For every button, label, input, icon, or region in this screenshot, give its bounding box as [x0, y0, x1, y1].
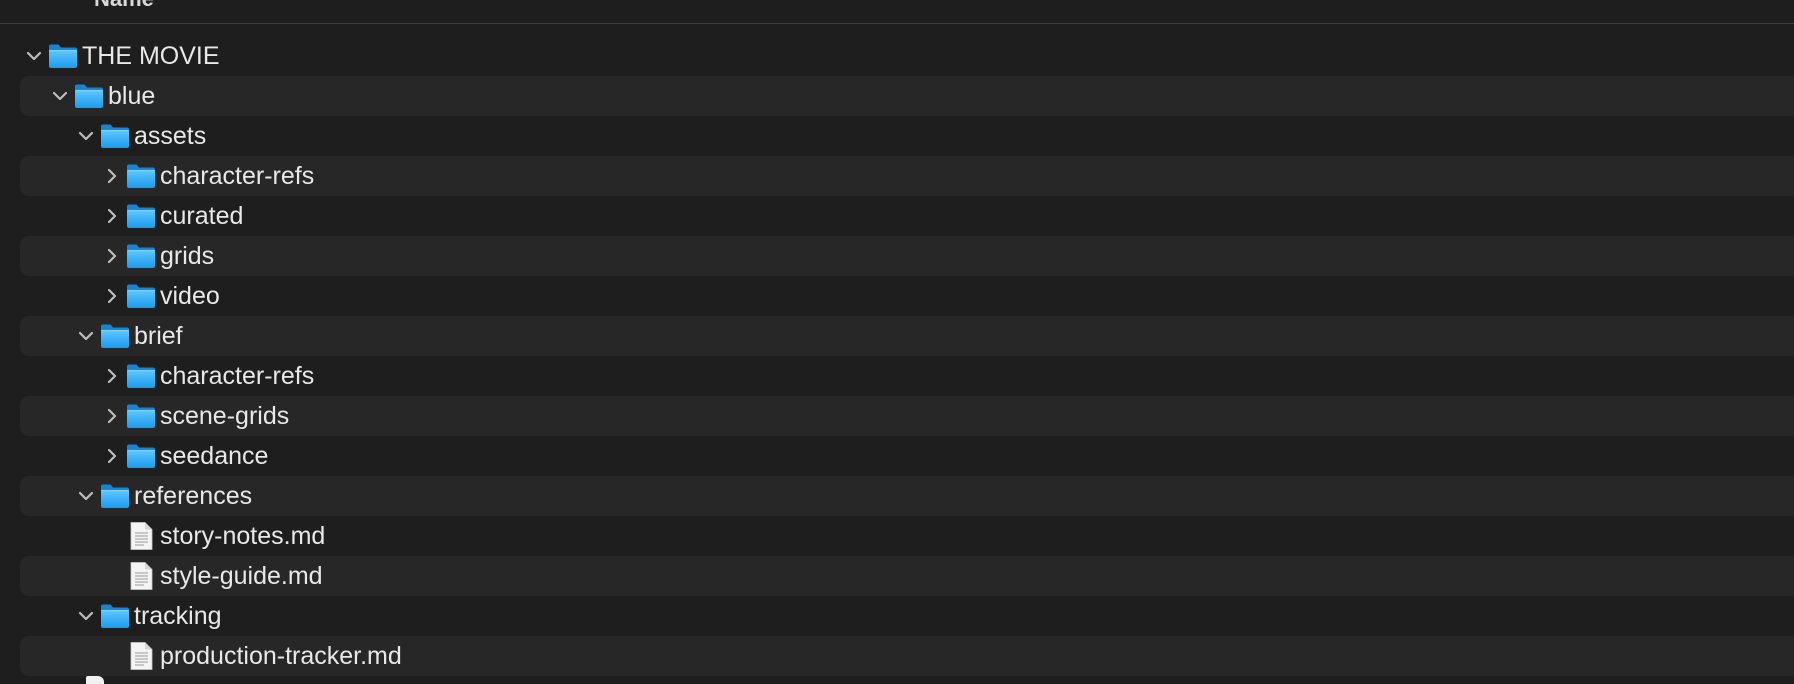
file-row[interactable]: story-notes.md [20, 516, 1794, 556]
folder-row[interactable]: brief [20, 316, 1794, 356]
chevron-down-icon[interactable] [76, 486, 96, 506]
folder-icon [126, 282, 156, 310]
file-row[interactable]: style-guide.md [20, 556, 1794, 596]
list-header: Name [0, 0, 1794, 24]
folder-icon [74, 82, 104, 110]
folder-icon [126, 362, 156, 390]
folder-icon [100, 122, 130, 150]
folder-icon [126, 202, 156, 230]
document-icon [126, 522, 156, 550]
folder-icon [100, 602, 130, 630]
folder-icon [126, 442, 156, 470]
file-name: production-tracker.md [160, 642, 402, 670]
chevron-right-icon[interactable] [102, 206, 122, 226]
folder-icon [126, 162, 156, 190]
folder-name: character-refs [160, 362, 315, 390]
folder-name: video [160, 282, 220, 310]
folder-row[interactable]: assets [20, 116, 1794, 156]
folder-name: brief [134, 322, 183, 350]
chevron-right-icon[interactable] [102, 286, 122, 306]
chevron-down-icon[interactable] [24, 46, 44, 66]
chevron-right-icon[interactable] [102, 406, 122, 426]
file-tree: THE MOVIE blue assets character-refs curated… [20, 36, 1794, 676]
folder-name: curated [160, 202, 244, 230]
folder-row[interactable]: seedance [20, 436, 1794, 476]
folder-row[interactable]: grids [20, 236, 1794, 276]
name-column-header[interactable]: Name [94, 0, 154, 10]
folder-row[interactable]: video [20, 276, 1794, 316]
folder-name: scene-grids [160, 402, 290, 430]
document-icon [126, 562, 156, 590]
folder-row[interactable]: tracking [20, 596, 1794, 636]
folder-icon [126, 402, 156, 430]
folder-name: seedance [160, 442, 269, 470]
folder-icon [100, 482, 130, 510]
folder-icon [48, 42, 78, 70]
folder-row[interactable]: character-refs [20, 156, 1794, 196]
chevron-right-icon[interactable] [102, 246, 122, 266]
file-name: style-guide.md [160, 562, 323, 590]
folder-row[interactable]: references [20, 476, 1794, 516]
folder-icon [126, 242, 156, 270]
folder-row[interactable]: character-refs [20, 356, 1794, 396]
list-item-partial[interactable] [0, 676, 1794, 684]
folder-icon [100, 322, 130, 350]
folder-name: tracking [134, 602, 222, 630]
file-row[interactable]: production-tracker.md [20, 636, 1794, 676]
folder-row[interactable]: scene-grids [20, 396, 1794, 436]
chevron-right-icon[interactable] [102, 166, 122, 186]
chevron-down-icon[interactable] [76, 126, 96, 146]
folder-row[interactable]: curated [20, 196, 1794, 236]
chevron-right-icon[interactable] [102, 366, 122, 386]
folder-name: assets [134, 122, 207, 150]
document-icon [126, 642, 156, 670]
folder-name: grids [160, 242, 215, 270]
chevron-down-icon[interactable] [76, 606, 96, 626]
folder-name: THE MOVIE [82, 42, 220, 70]
document-icon [86, 676, 104, 684]
file-name: story-notes.md [160, 522, 326, 550]
chevron-down-icon[interactable] [50, 86, 70, 106]
folder-name: blue [108, 82, 156, 110]
folder-name: character-refs [160, 162, 315, 190]
chevron-right-icon[interactable] [102, 446, 122, 466]
folder-row[interactable]: THE MOVIE [20, 36, 1794, 76]
folder-name: references [134, 482, 253, 510]
folder-row[interactable]: blue [20, 76, 1794, 116]
chevron-down-icon[interactable] [76, 326, 96, 346]
